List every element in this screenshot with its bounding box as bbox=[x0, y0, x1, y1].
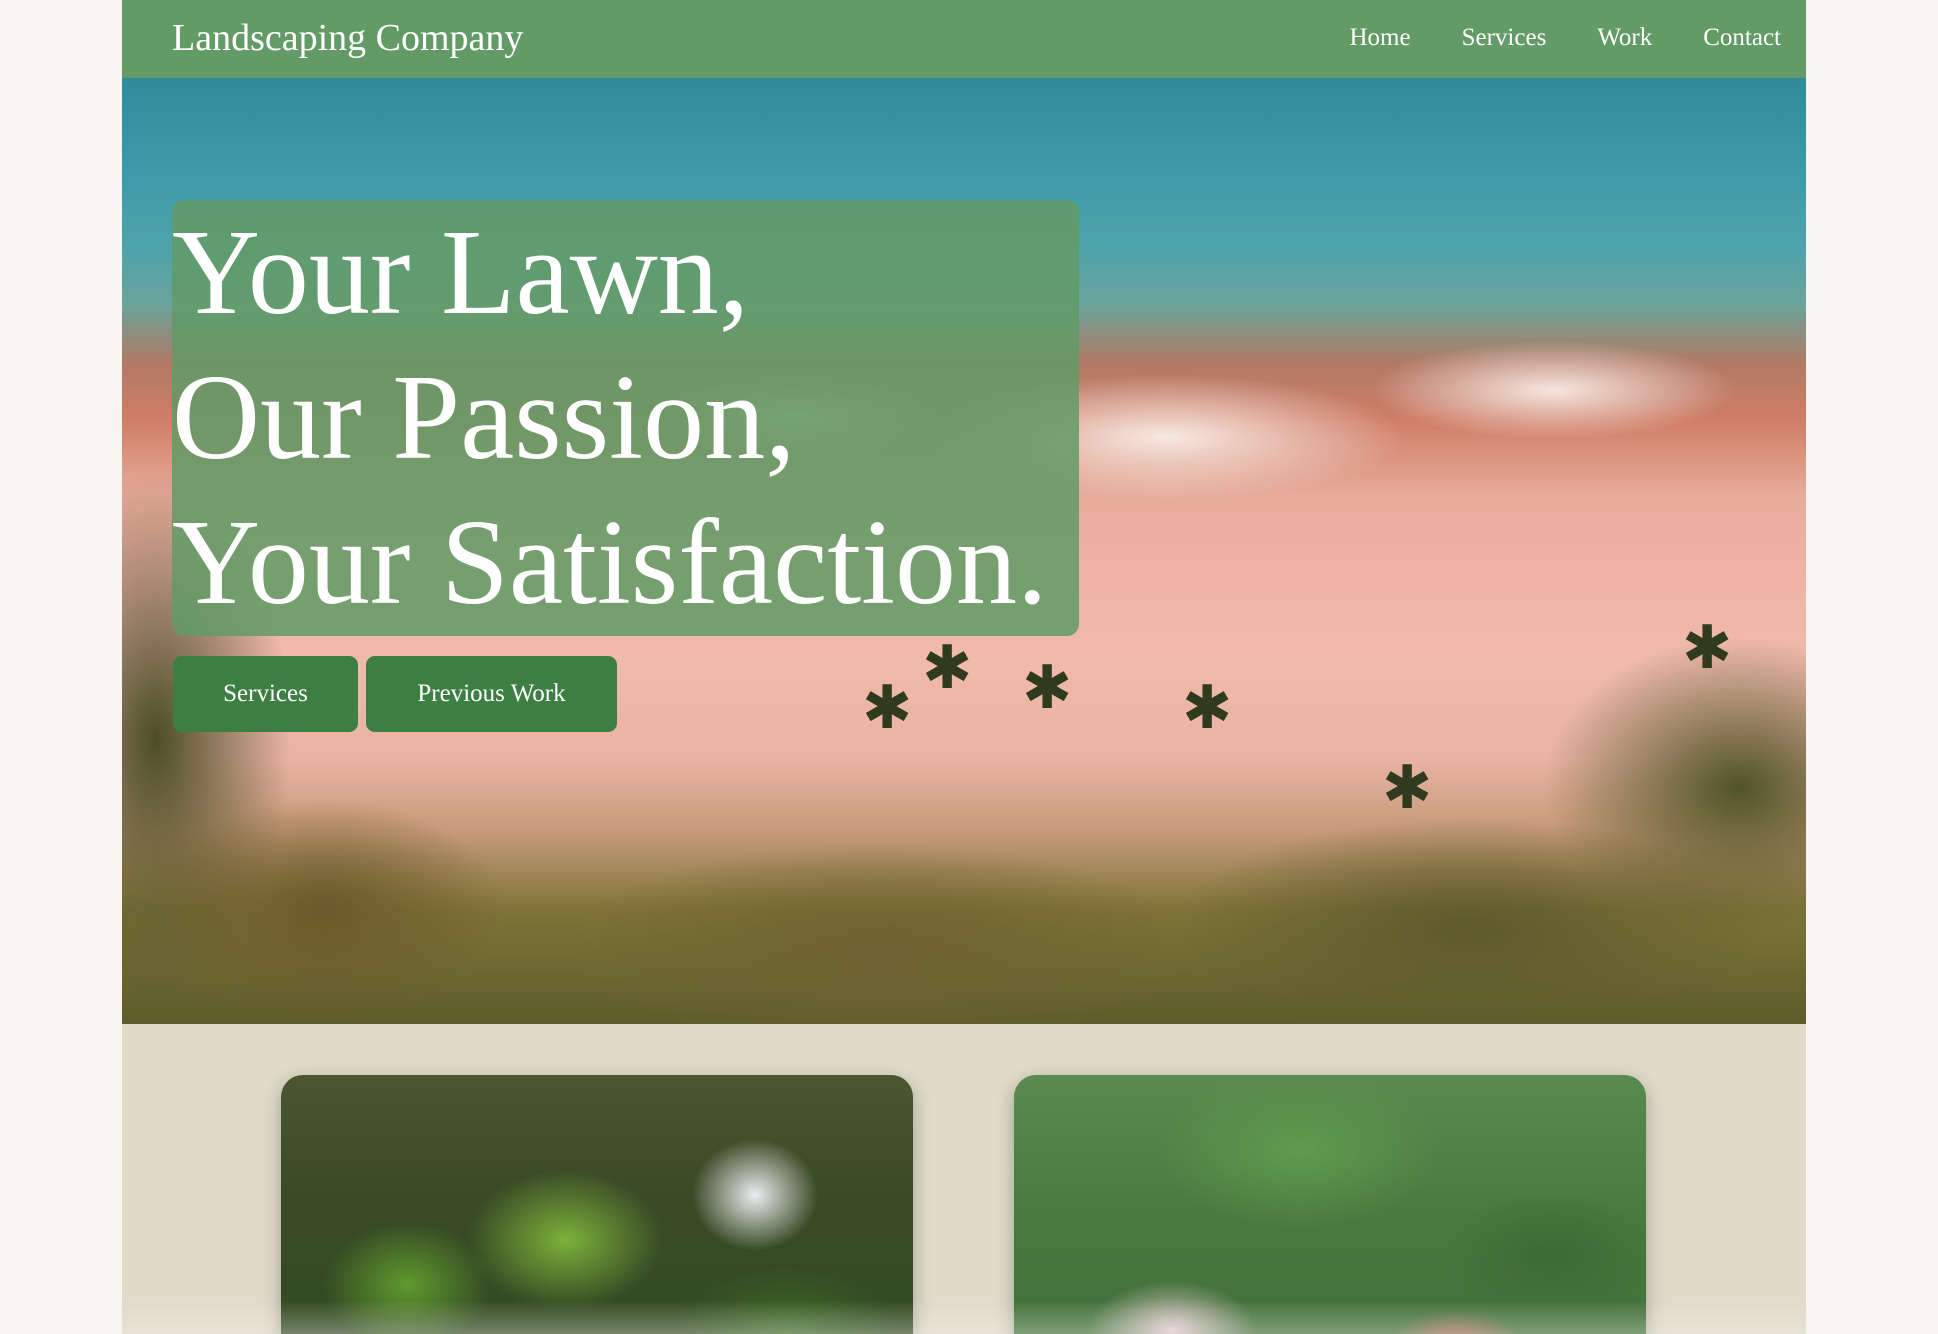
palm-tree-icon: ✱ bbox=[1022, 655, 1073, 721]
palm-tree-icon: ✱ bbox=[1682, 615, 1733, 681]
hero-heading-line-1: Your Lawn, bbox=[172, 205, 750, 340]
brand-logo-text[interactable]: Landscaping Company bbox=[172, 14, 523, 62]
services-button[interactable]: Services bbox=[173, 656, 358, 732]
tropical-garden-image[interactable] bbox=[281, 1075, 913, 1334]
gallery-section bbox=[122, 1024, 1806, 1334]
palm-tree-icon: ✱ bbox=[922, 635, 973, 701]
previous-work-button[interactable]: Previous Work bbox=[366, 656, 617, 732]
palm-tree-icon: ✱ bbox=[862, 675, 913, 741]
nav-links: Home Services Work Contact bbox=[1299, 20, 1782, 56]
hero-heading: Your Lawn, Our Passion, Your Satisfactio… bbox=[172, 200, 1048, 635]
nav-link-home[interactable]: Home bbox=[1350, 20, 1411, 56]
nav-link-contact[interactable]: Contact bbox=[1703, 20, 1781, 56]
hero-heading-line-2: Our Passion, bbox=[172, 350, 796, 485]
page-container: Landscaping Company Home Services Work C… bbox=[122, 0, 1806, 1334]
nav-link-services[interactable]: Services bbox=[1462, 20, 1547, 56]
nav-link-work[interactable]: Work bbox=[1597, 20, 1652, 56]
palm-tree-icon: ✱ bbox=[1382, 755, 1433, 821]
flower-garden-image[interactable] bbox=[1014, 1075, 1646, 1334]
hero-heading-line-3: Your Satisfaction. bbox=[172, 495, 1048, 630]
top-navbar: Landscaping Company Home Services Work C… bbox=[122, 0, 1806, 78]
hero-beach-aerial-image: ✱ ✱ ✱ ✱ ✱ ✱ Your Lawn, Our Passion, Your… bbox=[122, 78, 1806, 1024]
palm-tree-icon: ✱ bbox=[1182, 675, 1233, 741]
